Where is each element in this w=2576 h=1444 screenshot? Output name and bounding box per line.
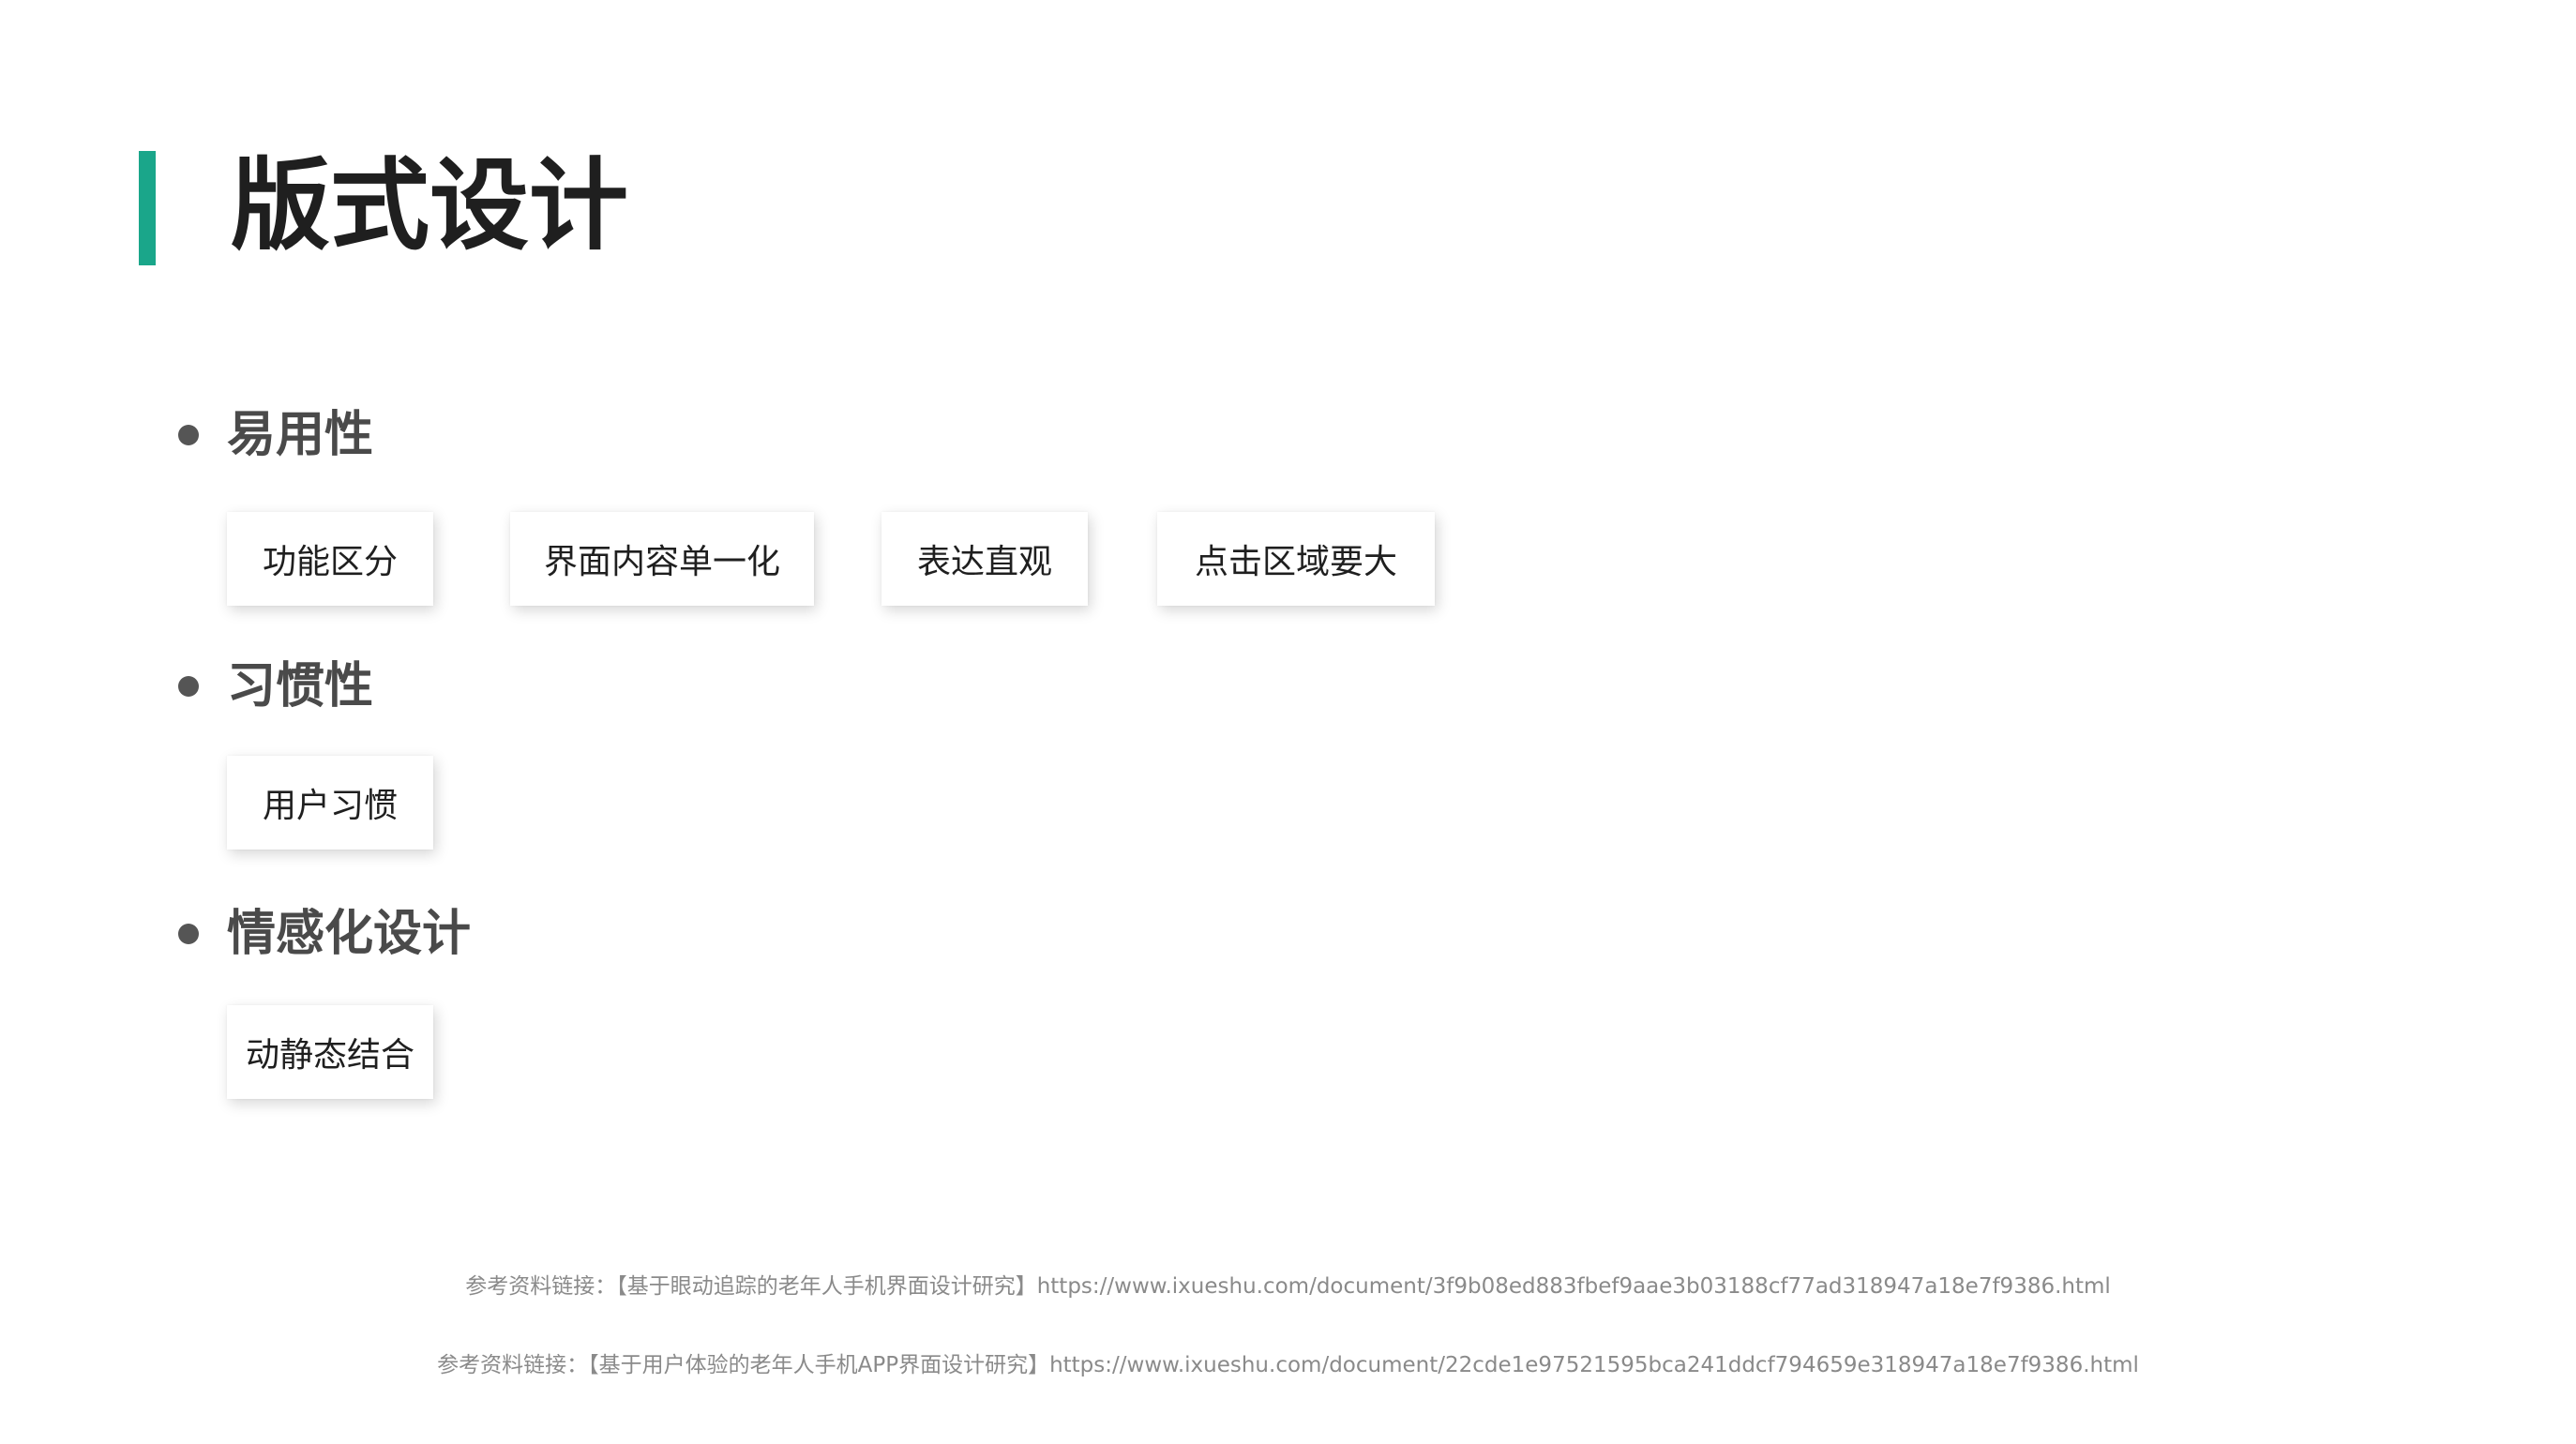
page-title: 版式设计 [231, 148, 628, 263]
bullet-dot-icon [178, 676, 199, 697]
tag-function-division: 功能区分 [227, 512, 433, 606]
reference-link-1[interactable]: 参考资料链接：【基于眼动追踪的老年人手机界面设计研究】https://www.i… [0, 1270, 2576, 1303]
tag-large-click-area: 点击区域要大 [1157, 512, 1435, 606]
tag-dynamic-static: 动静态结合 [227, 1005, 433, 1099]
tag-single-content: 界面内容单一化 [510, 512, 814, 606]
tag-user-habit: 用户习惯 [227, 756, 433, 850]
tag-intuitive-expression: 表达直观 [881, 512, 1088, 606]
section-heading-emotional-design: 情感化设计 [178, 896, 471, 971]
section-heading-habit: 习惯性 [178, 649, 373, 724]
reference-link-2[interactable]: 参考资料链接：【基于用户体验的老年人手机APP界面设计研究】https://ww… [0, 1348, 2576, 1382]
bullet-dot-icon [178, 425, 199, 445]
section-heading-label: 易用性 [227, 407, 374, 463]
title-accent-bar [139, 151, 156, 265]
section-heading-usability: 易用性 [178, 398, 373, 473]
section-heading-label: 习惯性 [227, 658, 374, 714]
section-heading-label: 情感化设计 [227, 906, 472, 962]
bullet-dot-icon [178, 924, 199, 944]
